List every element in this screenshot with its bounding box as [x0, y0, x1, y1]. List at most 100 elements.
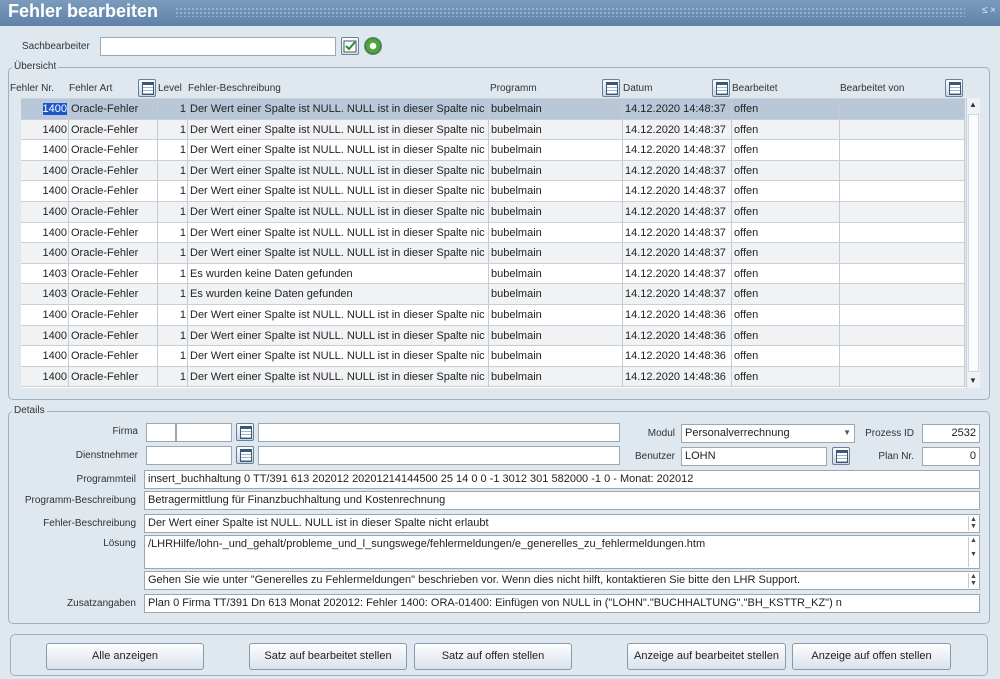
- table-row[interactable]: 1400 Oracle-Fehler 1 Der Wert einer Spalte …: [21, 181, 965, 202]
- window-controls[interactable]: ≤ ×: [982, 5, 996, 16]
- cell-level[interactable]: 1: [158, 181, 188, 202]
- firma-lookup-icon[interactable]: [236, 423, 254, 441]
- benutzer-lookup-icon[interactable]: [832, 447, 850, 465]
- cell-nr[interactable]: 1403: [21, 284, 69, 305]
- cell-prog[interactable]: bubelmain: [489, 366, 623, 387]
- prozess-id-field[interactable]: 2532: [922, 424, 980, 443]
- cell-desc[interactable]: Der Wert einer Spalte ist NULL. NULL ist…: [188, 325, 489, 346]
- cell-art[interactable]: Oracle-Fehler: [69, 243, 158, 264]
- dienstnehmer-lookup-icon[interactable]: [236, 446, 254, 464]
- cell-bearb[interactable]: offen: [732, 99, 840, 119]
- col-fehler-nr[interactable]: Fehler Nr.: [10, 83, 54, 94]
- refresh-icon[interactable]: [364, 37, 382, 55]
- cell-art[interactable]: Oracle-Fehler: [69, 202, 158, 222]
- cell-bearb[interactable]: offen: [732, 243, 840, 264]
- cell-art[interactable]: Oracle-Fehler: [69, 366, 158, 387]
- cell-art[interactable]: Oracle-Fehler: [69, 119, 158, 140]
- cell-level[interactable]: 1: [158, 140, 188, 161]
- cell-level[interactable]: 1: [158, 305, 188, 325]
- cell-prog[interactable]: bubelmain: [489, 160, 623, 181]
- cell-datum[interactable]: 14.12.2020 14:48:37: [623, 222, 732, 243]
- scroll-up-arrow-icon[interactable]: ▲: [969, 100, 977, 109]
- programm-beschreibung-field[interactable]: Betragermittlung für Finanzbuchhaltung u…: [144, 491, 980, 510]
- cell-art[interactable]: Oracle-Fehler: [69, 222, 158, 243]
- cell-nr[interactable]: 1400: [21, 305, 69, 325]
- modul-select[interactable]: Personalverrechnung ▼: [681, 424, 855, 443]
- cell-desc[interactable]: Der Wert einer Spalte ist NULL. NULL ist…: [188, 346, 489, 367]
- cell-datum[interactable]: 14.12.2020 14:48:37: [623, 99, 732, 119]
- cell-nr[interactable]: 1400: [21, 99, 69, 119]
- table-row[interactable]: 1400 Oracle-Fehler 1 Der Wert einer Spalte …: [21, 325, 965, 347]
- cell-level[interactable]: 1: [158, 99, 188, 119]
- cell-art[interactable]: Oracle-Fehler: [69, 346, 158, 367]
- zusatzangaben-field[interactable]: Plan 0 Firma TT/391 Dn 613 Monat 202012:…: [144, 594, 980, 613]
- cell-level[interactable]: 1: [158, 202, 188, 222]
- programmteil-field[interactable]: insert_buchhaltung 0 TT/391 613 202012 2…: [144, 470, 980, 489]
- cell-datum[interactable]: 14.12.2020 14:48:37: [623, 284, 732, 305]
- cell-datum[interactable]: 14.12.2020 14:48:37: [623, 263, 732, 284]
- filter-calendar-icon[interactable]: [712, 79, 730, 97]
- cell-prog[interactable]: bubelmain: [489, 99, 623, 119]
- cell-level[interactable]: 1: [158, 284, 188, 305]
- cell-desc[interactable]: Der Wert einer Spalte ist NULL. NULL ist…: [188, 202, 489, 222]
- cell-desc[interactable]: Der Wert einer Spalte ist NULL. NULL ist…: [188, 243, 489, 264]
- cell-nr[interactable]: 1400: [21, 366, 69, 387]
- cell-level[interactable]: 1: [158, 325, 188, 346]
- cell-level[interactable]: 1: [158, 346, 188, 367]
- col-fehler-beschreibung[interactable]: Fehler-Beschreibung: [188, 83, 281, 94]
- cell-art[interactable]: Oracle-Fehler: [69, 263, 158, 284]
- cell-prog[interactable]: bubelmain: [489, 222, 623, 243]
- cell-nr[interactable]: 1400: [21, 119, 69, 140]
- cell-desc[interactable]: Der Wert einer Spalte ist NULL. NULL ist…: [188, 366, 489, 387]
- cell-datum[interactable]: 14.12.2020 14:48:37: [623, 181, 732, 202]
- table-row[interactable]: 1400 Oracle-Fehler 1 Der Wert einer Spalte …: [21, 202, 965, 223]
- cell-von[interactable]: [840, 160, 965, 181]
- cell-prog[interactable]: bubelmain: [489, 346, 623, 367]
- satz-bearbeitet-button[interactable]: Satz auf bearbeitet stellen: [249, 643, 407, 670]
- cell-desc[interactable]: Es wurden keine Daten gefunden: [188, 284, 489, 305]
- scroll-down-arrow-icon[interactable]: ▼: [969, 376, 977, 385]
- cell-von[interactable]: [840, 346, 965, 367]
- table-row[interactable]: 1400 Oracle-Fehler 1 Der Wert einer Spalte …: [21, 346, 965, 367]
- cell-desc[interactable]: Es wurden keine Daten gefunden: [188, 263, 489, 284]
- cell-prog[interactable]: bubelmain: [489, 202, 623, 222]
- cell-bearb[interactable]: offen: [732, 222, 840, 243]
- cell-datum[interactable]: 14.12.2020 14:48:37: [623, 140, 732, 161]
- cell-bearb[interactable]: offen: [732, 140, 840, 161]
- firma-code2-input[interactable]: [176, 423, 232, 442]
- fehler-beschreibung-field[interactable]: Der Wert einer Spalte ist NULL. NULL ist…: [144, 514, 980, 533]
- cell-von[interactable]: [840, 99, 965, 119]
- plan-nr-field[interactable]: 0: [922, 447, 980, 466]
- cell-von[interactable]: [840, 181, 965, 202]
- cell-nr[interactable]: 1400: [21, 346, 69, 367]
- cell-art[interactable]: Oracle-Fehler: [69, 284, 158, 305]
- col-datum[interactable]: Datum: [623, 83, 652, 94]
- cell-nr[interactable]: 1403: [21, 263, 69, 284]
- cell-datum[interactable]: 14.12.2020 14:48:37: [623, 160, 732, 181]
- cell-level[interactable]: 1: [158, 263, 188, 284]
- firma-name-field[interactable]: [258, 423, 620, 442]
- cell-level[interactable]: 1: [158, 160, 188, 181]
- loesung-scrollbar[interactable]: ▲ ▼: [968, 537, 978, 567]
- cell-nr[interactable]: 1400: [21, 160, 69, 181]
- firma-code1-input[interactable]: [146, 423, 176, 442]
- col-bearbeitet-von[interactable]: Bearbeitet von: [840, 83, 905, 94]
- filter-calendar-icon[interactable]: [602, 79, 620, 97]
- cell-nr[interactable]: 1400: [21, 243, 69, 264]
- cell-prog[interactable]: bubelmain: [489, 140, 623, 161]
- cell-bearb[interactable]: offen: [732, 202, 840, 222]
- cell-prog[interactable]: bubelmain: [489, 325, 623, 346]
- cell-desc[interactable]: Der Wert einer Spalte ist NULL. NULL ist…: [188, 181, 489, 202]
- cell-prog[interactable]: bubelmain: [489, 305, 623, 325]
- cell-bearb[interactable]: offen: [732, 366, 840, 387]
- cell-von[interactable]: [840, 222, 965, 243]
- dienstnehmer-name-field[interactable]: [258, 446, 620, 465]
- anzeige-offen-button[interactable]: Anzeige auf offen stellen: [792, 643, 951, 670]
- loesung-link-text[interactable]: /LHRHilfe/lohn-_und_gehalt/probleme_und_…: [148, 538, 705, 550]
- cell-bearb[interactable]: offen: [732, 119, 840, 140]
- scroll-thumb[interactable]: [968, 114, 979, 372]
- table-row[interactable]: 1400 Oracle-Fehler 1 Der Wert einer Spalte …: [21, 222, 965, 244]
- cell-desc[interactable]: Der Wert einer Spalte ist NULL. NULL ist…: [188, 305, 489, 325]
- table-scrollbar[interactable]: ▲ ▼: [966, 98, 980, 388]
- spin-arrows-icon[interactable]: ▲ ▼: [968, 516, 978, 531]
